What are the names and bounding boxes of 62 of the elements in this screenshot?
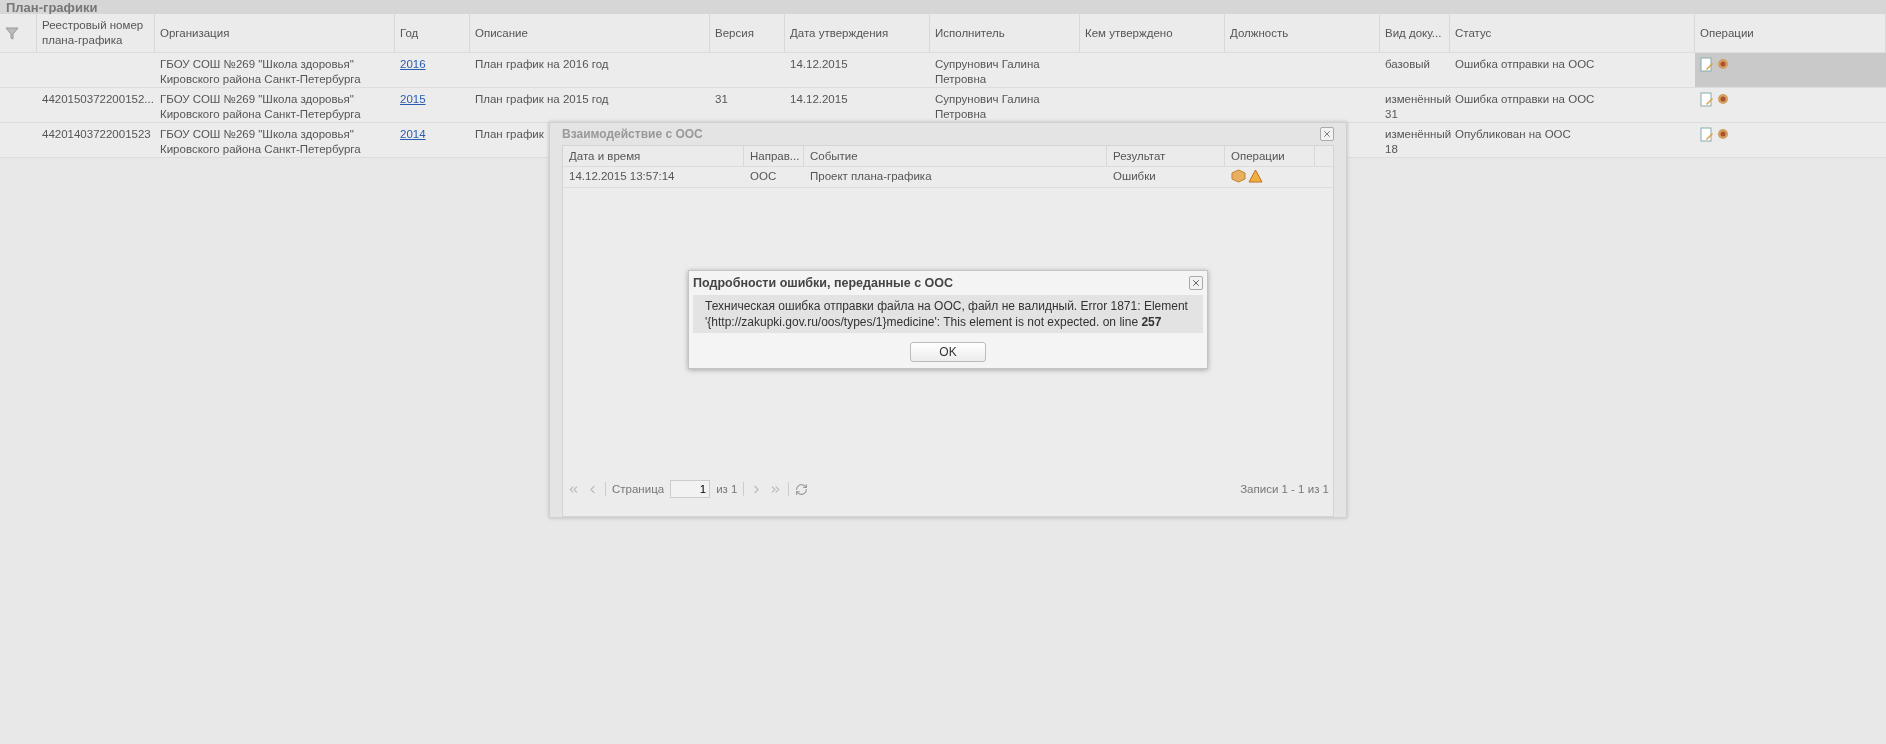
table-cell-text: Супрунович Галина Петровна <box>935 92 1041 122</box>
emblem-icon[interactable] <box>1716 127 1730 141</box>
page-label: Страница <box>612 483 665 495</box>
column-header[interactable]: Операции <box>1700 25 1754 41</box>
warning-icon[interactable] <box>1248 169 1263 183</box>
column-header[interactable]: Операции <box>1231 148 1285 164</box>
table-cell: 14.12.2015 <box>790 92 848 107</box>
column-header[interactable]: Статус <box>1455 25 1492 41</box>
ok-button[interactable]: OK <box>910 342 986 362</box>
table-cell-text: ГБОУ СОШ №269 "Школа здоровья" Кировского района Санкт-Петербурга <box>160 127 362 157</box>
table-cell: План график на 2015 год <box>475 92 609 107</box>
page-count: из 1 <box>716 483 738 495</box>
records-count: Записи 1 - 1 из 1 <box>1240 483 1329 495</box>
column-header[interactable]: Кем утверждено <box>1085 25 1173 41</box>
table-cell: ООС <box>750 169 777 184</box>
document-edit-icon[interactable] <box>1700 57 1714 72</box>
column-header[interactable]: Направ... <box>750 148 800 164</box>
dialog-title: Взаимодействие с ООС <box>562 127 703 141</box>
panel-title: План-графики <box>5 1 98 14</box>
table-cell: изменённый 18 <box>1385 127 1452 157</box>
table-cell: 14.12.2015 13:57:14 <box>569 169 675 184</box>
document-edit-icon[interactable] <box>1700 127 1714 142</box>
column-header[interactable]: Дата и время <box>569 148 641 164</box>
table-cell: Ошибка отправки на ООС <box>1455 92 1595 107</box>
error-dialog-title: Подробности ошибки, переданные с ООС <box>693 276 954 290</box>
table-cell: План график на 2016 год <box>475 57 609 72</box>
year-link[interactable]: 2016 <box>400 57 426 72</box>
column-header[interactable]: Версия <box>715 25 754 41</box>
page-input[interactable]: 1 <box>670 480 711 498</box>
table-cell: Ошибка отправки на ООС <box>1455 57 1595 72</box>
column-header[interactable]: Организация <box>160 25 230 41</box>
table-cell-text: Супрунович Галина Петровна <box>935 57 1041 87</box>
table-cell: изменённый 31 <box>1385 92 1452 122</box>
table-cell: План график <box>475 127 544 142</box>
table-cell: 44201403722001523 <box>42 127 151 142</box>
emblem-icon[interactable] <box>1716 92 1730 106</box>
column-header[interactable]: Год <box>400 25 419 41</box>
table-cell: Проект плана-графика <box>810 169 932 184</box>
column-header[interactable]: Исполнитель <box>935 25 1005 41</box>
column-header[interactable]: Вид доку... <box>1385 25 1442 41</box>
box-icon[interactable] <box>1231 169 1246 183</box>
column-header[interactable]: Результат <box>1113 148 1166 164</box>
table-cell: 4420150372200152... <box>42 92 154 107</box>
column-header[interactable]: Реестровый номер плана-графика <box>42 18 149 48</box>
column-header[interactable]: Дата утверждения <box>790 25 889 41</box>
column-header[interactable]: Событие <box>810 148 858 164</box>
column-header[interactable]: Должность <box>1230 25 1289 41</box>
emblem-icon[interactable] <box>1716 57 1730 71</box>
document-edit-icon[interactable] <box>1700 92 1714 107</box>
table-cell: 31 <box>715 92 728 107</box>
filter-icon[interactable] <box>5 26 19 40</box>
error-message: Техническая ошибка отправки файла на ООС, файл не валидный. Error 1871: Element '{http://zakupki.gov.ru/oos/types/1}medicine': This element is not expected. on line 257 <box>693 295 1203 333</box>
column-header[interactable]: Описание <box>475 25 528 41</box>
table-cell: Опубликован на ООС <box>1455 127 1571 142</box>
table-cell: Ошибки <box>1113 169 1156 184</box>
year-link[interactable]: 2014 <box>400 127 426 142</box>
year-link[interactable]: 2015 <box>400 92 426 107</box>
table-cell-text: ГБОУ СОШ №269 "Школа здоровья" Кировского района Санкт-Петербурга <box>160 92 362 122</box>
table-cell: базовый <box>1385 57 1430 72</box>
table-cell-text: ГБОУ СОШ №269 "Школа здоровья" Кировского района Санкт-Петербурга <box>160 57 362 87</box>
table-cell: 14.12.2015 <box>790 57 848 72</box>
refresh-icon[interactable] <box>795 482 809 496</box>
